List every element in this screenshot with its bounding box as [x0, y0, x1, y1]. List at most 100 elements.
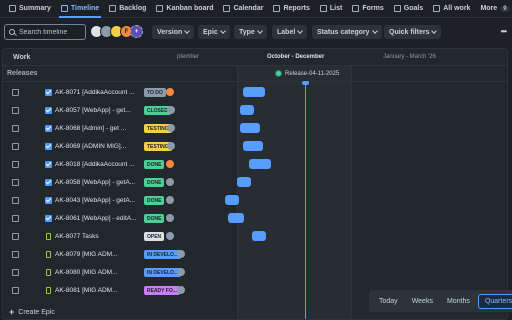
assignee-avatar[interactable] — [177, 250, 185, 258]
assignee-avatar[interactable] — [167, 142, 175, 150]
status-badge[interactable]: DONE — [144, 178, 165, 187]
issue-title[interactable]: AK-8043 [WebApp] - getA... — [55, 197, 143, 204]
tab-goals[interactable]: Goals — [389, 0, 428, 18]
version-filter-button[interactable]: Version — [152, 25, 195, 39]
more-count-badge: 9 — [500, 5, 510, 12]
timeline-bar[interactable] — [252, 231, 266, 241]
row-checkbox[interactable] — [12, 161, 19, 168]
issue-title[interactable]: AK-8071 [AddikaAccount ... — [55, 89, 143, 96]
status-badge[interactable]: TO DO — [144, 88, 166, 97]
timeline-bar[interactable] — [240, 105, 254, 115]
issue-title[interactable]: AK-8079 [MIG ADM... — [55, 251, 143, 258]
tab-forms[interactable]: Forms — [347, 0, 388, 18]
tab-label: Goals — [403, 5, 424, 12]
release-marker[interactable]: Release-04-11-2025 — [275, 70, 339, 77]
issue-title[interactable]: AK-8068 [Admin] - get ... — [55, 125, 143, 132]
timeline-icon — [60, 5, 68, 12]
tab-timeline[interactable]: Timeline — [56, 0, 104, 18]
status-category-filter-label: Status category — [317, 28, 370, 36]
issue-title[interactable]: AK-8081 [MIG ADM... — [55, 287, 143, 294]
tab-summary[interactable]: Summary — [4, 0, 56, 18]
tab-backlog[interactable]: Backlog — [104, 0, 151, 18]
tab-list[interactable]: List — [315, 0, 347, 18]
timeline-bar[interactable] — [237, 177, 251, 187]
assignee-avatar[interactable] — [166, 232, 174, 240]
search-box[interactable] — [4, 24, 86, 40]
row-checkbox[interactable] — [12, 89, 19, 96]
assignee-avatar[interactable] — [166, 178, 174, 186]
timeline-bar[interactable] — [228, 213, 244, 223]
more-label: More — [480, 5, 498, 12]
assignee-avatar[interactable] — [167, 124, 175, 132]
assignee-avatar[interactable] — [177, 268, 185, 276]
table-row[interactable]: AK-8057 [WebApp] - get... CLOSED — [3, 102, 507, 120]
table-row[interactable]: AK-8071 [AddikaAccount ... TO DO — [3, 84, 507, 102]
timeline-bar[interactable] — [225, 195, 239, 205]
row-checkbox[interactable] — [12, 233, 19, 240]
table-row[interactable]: AK-8058 [WebApp] - getA... DONE — [3, 174, 507, 192]
tab-more[interactable]: More 9 — [475, 0, 512, 18]
issue-title[interactable]: AK-8057 [WebApp] - get... — [55, 107, 143, 114]
status-badge[interactable]: IN DEVELO... — [144, 250, 182, 259]
row-checkbox[interactable] — [12, 179, 19, 186]
zoom-quarters-button[interactable]: Quarters — [477, 293, 512, 309]
status-badge[interactable]: OPEN — [144, 232, 165, 241]
assignee-avatar[interactable] — [166, 214, 174, 222]
chart-icon — [273, 5, 281, 12]
avatar[interactable]: + — [130, 25, 143, 38]
timeline-bar[interactable] — [249, 159, 271, 169]
issue-title[interactable]: AK-8080 [MIG ADM... — [55, 269, 143, 276]
assignee-avatar[interactable] — [167, 106, 175, 114]
assignee-avatar[interactable] — [166, 88, 174, 96]
status-badge[interactable]: READY FO... — [144, 286, 180, 295]
tab-reports[interactable]: Reports — [268, 0, 314, 18]
issue-title[interactable]: AK-8058 [WebApp] - getA... — [55, 179, 143, 186]
row-checkbox[interactable] — [12, 215, 19, 222]
row-checkbox[interactable] — [12, 143, 19, 150]
epic-filter-button[interactable]: Epic — [198, 25, 230, 39]
plus-icon: + — [9, 307, 15, 317]
issue-title[interactable]: AK-8077 Tasks — [55, 233, 143, 240]
assignee-avatar[interactable] — [166, 196, 174, 204]
assignee-avatar[interactable] — [166, 160, 174, 168]
table-row[interactable]: AK-8018 [AddikaAccount ... DONE — [3, 156, 507, 174]
row-checkbox[interactable] — [12, 287, 19, 294]
table-row[interactable]: AK-8079 [MIG ADM... IN DEVELO... — [3, 246, 507, 264]
row-checkbox[interactable] — [12, 251, 19, 258]
status-badge[interactable]: DONE — [144, 214, 165, 223]
issue-title[interactable]: AK-8018 [AddikaAccount ... — [55, 161, 143, 168]
zoom-months-button[interactable]: Months — [441, 295, 476, 308]
tab-calendar[interactable]: Calendar — [218, 0, 268, 18]
tab-kanban-board[interactable]: Kanban board — [151, 0, 218, 18]
zoom-weeks-button[interactable]: Weeks — [406, 295, 439, 308]
search-input[interactable] — [19, 28, 83, 36]
timeline-bar[interactable] — [243, 87, 265, 97]
create-epic-button[interactable]: + Create Epic — [9, 307, 55, 317]
tab-all-work[interactable]: All work — [428, 0, 475, 18]
type-filter-button[interactable]: Type — [234, 25, 267, 39]
zoom-today-button[interactable]: Today — [373, 295, 404, 308]
status-category-filter-button[interactable]: Status category — [312, 25, 382, 39]
timeline-bar[interactable] — [243, 141, 263, 151]
status-badge[interactable]: DONE — [144, 160, 165, 169]
table-row[interactable]: AK-8080 [MIG ADM... IN DEVELO... — [3, 264, 507, 282]
issue-title[interactable]: AK-8061 [WebApp] - editA... — [55, 215, 143, 222]
status-badge[interactable]: DONE — [144, 196, 165, 205]
quick-filters-button[interactable]: Quick filters — [384, 25, 442, 39]
assignee-avatar[interactable] — [177, 286, 185, 294]
table-row[interactable]: AK-8077 Tasks OPEN — [3, 228, 507, 246]
timeline-bar[interactable] — [240, 123, 260, 133]
label-filter-button[interactable]: Label — [272, 25, 308, 39]
table-row[interactable]: AK-8061 [WebApp] - editA... DONE — [3, 210, 507, 228]
row-checkbox[interactable] — [12, 125, 19, 132]
table-row[interactable]: AK-8043 [WebApp] - getA... DONE — [3, 192, 507, 210]
row-checkbox[interactable] — [12, 197, 19, 204]
table-row[interactable]: AK-8068 [Admin] - get ... TESTING — [3, 120, 507, 138]
table-row[interactable]: AK-8069 [ADMIN MIG]... TESTING — [3, 138, 507, 156]
create-epic-label: Create Epic — [18, 308, 55, 316]
row-checkbox[interactable] — [12, 269, 19, 276]
row-checkbox[interactable] — [12, 107, 19, 114]
more-actions-icon[interactable]: ••• — [501, 27, 507, 36]
issue-title[interactable]: AK-8069 [ADMIN MIG]... — [55, 143, 143, 150]
status-badge[interactable]: IN DEVELO... — [144, 268, 182, 277]
